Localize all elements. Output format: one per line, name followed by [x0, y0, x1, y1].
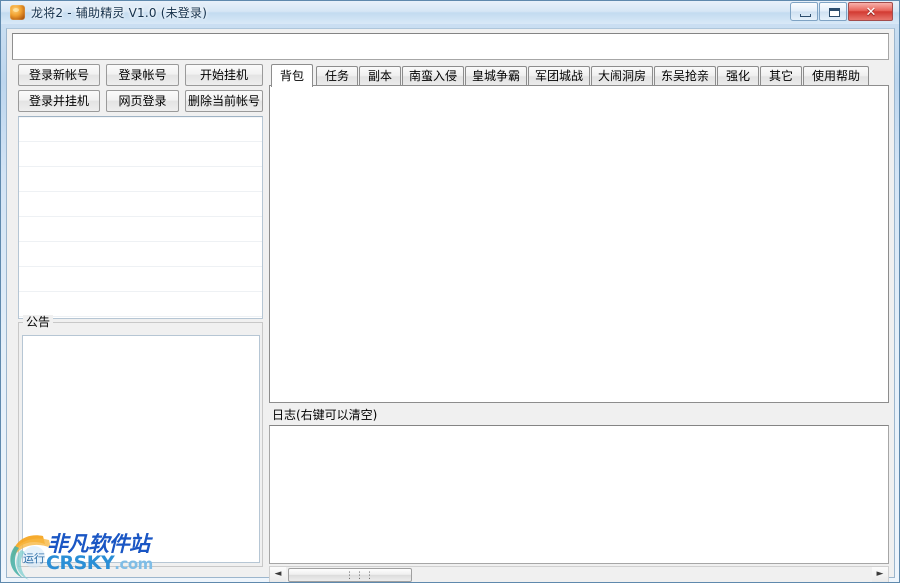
tab-dongwuqiangqin[interactable]: 东吴抢亲: [654, 66, 716, 86]
minimize-button[interactable]: [790, 2, 818, 21]
login-and-afk-button[interactable]: 登录并挂机: [18, 90, 100, 112]
application-window: 龙将2 - 辅助精灵 V1.0 (未登录) ✕ 登录新帐号 登录帐号 开始挂机 …: [0, 0, 900, 583]
tab-huangchengzhengba[interactable]: 皇城争霸: [465, 66, 527, 86]
maximize-icon: [829, 8, 840, 17]
tab-qita[interactable]: 其它: [760, 66, 802, 86]
list-item[interactable]: [19, 192, 262, 217]
accounts-list[interactable]: [18, 116, 263, 319]
tab-content-panel[interactable]: [269, 85, 889, 403]
tab-strip: 背包 任务 副本 南蛮入侵 皇城争霸 军团城战 大闹洞房 东吴抢亲 强化 其它 …: [269, 64, 889, 87]
app-dragon-icon: [10, 5, 25, 20]
tab-fuben[interactable]: 副本: [359, 66, 401, 86]
login-account-button[interactable]: 登录帐号: [106, 64, 179, 86]
login-new-account-button[interactable]: 登录新帐号: [18, 64, 100, 86]
scrollbar-thumb[interactable]: ⋮⋮⋮: [288, 568, 412, 582]
right-panel: 背包 任务 副本 南蛮入侵 皇城争霸 军团城战 大闹洞房 东吴抢亲 强化 其它 …: [269, 64, 889, 582]
tab-renwu[interactable]: 任务: [316, 66, 358, 86]
list-item[interactable]: [19, 117, 262, 142]
close-button[interactable]: ✕: [848, 2, 893, 21]
close-icon: ✕: [865, 5, 877, 20]
title-bar[interactable]: 龙将2 - 辅助精灵 V1.0 (未登录) ✕: [1, 1, 899, 24]
horizontal-scrollbar[interactable]: ◄ ⋮⋮⋮ ►: [269, 566, 889, 582]
scroll-right-arrow-icon[interactable]: ►: [872, 567, 888, 582]
tab-juntuanchengzhan[interactable]: 军团城战: [528, 66, 590, 86]
notice-group-title: 公告: [23, 315, 54, 330]
window-title: 龙将2 - 辅助精灵 V1.0 (未登录): [31, 6, 208, 20]
notice-group-box: 公告: [18, 315, 263, 567]
delete-current-account-button[interactable]: 删除当前帐号: [185, 90, 263, 112]
list-item[interactable]: [19, 167, 262, 192]
start-afk-button[interactable]: 开始挂机: [185, 64, 263, 86]
action-button-row-1: 登录新帐号 登录帐号 开始挂机: [18, 64, 263, 86]
log-label: 日志(右键可以清空): [272, 408, 378, 422]
tab-nanmanrukou[interactable]: 南蛮入侵: [402, 66, 464, 86]
tab-qianghua[interactable]: 强化: [717, 66, 759, 86]
list-item[interactable]: [19, 142, 262, 167]
web-login-button[interactable]: 网页登录: [106, 90, 179, 112]
maximize-button[interactable]: [819, 2, 847, 21]
tab-shiyongbangzhu[interactable]: 使用帮助: [803, 66, 869, 86]
list-item[interactable]: [19, 292, 262, 317]
list-item[interactable]: [19, 217, 262, 242]
notice-content[interactable]: [22, 335, 260, 563]
left-panel: 登录新帐号 登录帐号 开始挂机 登录并挂机 网页登录 删除当前帐号 公告: [12, 64, 266, 572]
top-text-input[interactable]: [12, 33, 889, 60]
log-output[interactable]: [269, 425, 889, 564]
scrollbar-grip-icon: ⋮⋮⋮: [345, 571, 375, 581]
tab-danaodongfang[interactable]: 大闹洞房: [591, 66, 653, 86]
action-button-row-2: 登录并挂机 网页登录 删除当前帐号: [18, 90, 263, 112]
minimize-icon: [800, 14, 811, 17]
list-item[interactable]: [19, 242, 262, 267]
client-area: 登录新帐号 登录帐号 开始挂机 登录并挂机 网页登录 删除当前帐号 公告 背包 …: [6, 28, 895, 582]
list-item[interactable]: [19, 267, 262, 292]
scroll-left-arrow-icon[interactable]: ◄: [270, 567, 286, 582]
tab-beibao[interactable]: 背包: [271, 64, 313, 87]
